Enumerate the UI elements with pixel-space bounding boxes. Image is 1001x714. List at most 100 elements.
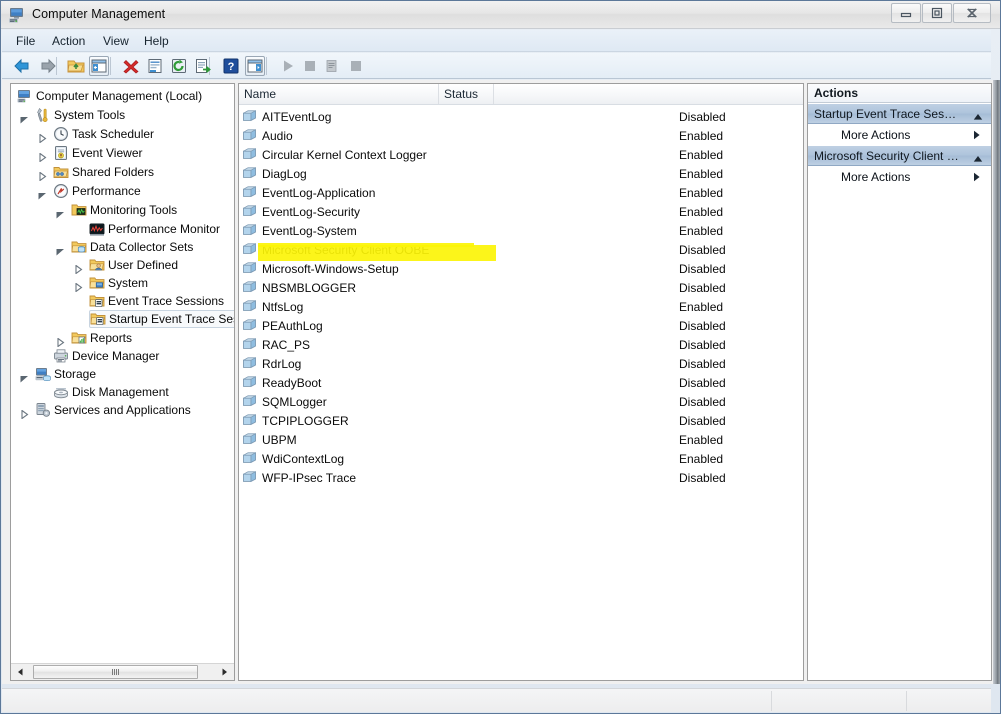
actions-menu-item-more-actions[interactable]: More Actions <box>808 166 991 187</box>
menu-action[interactable]: Action <box>46 33 91 49</box>
tree-item-performance[interactable]: Performance <box>53 182 141 200</box>
collapse-twisty-icon[interactable] <box>56 243 65 252</box>
help-icon[interactable]: ? <box>221 56 241 76</box>
tree-item-monitoring-tools[interactable]: Monitoring Tools <box>71 201 177 219</box>
actions-group-header[interactable]: Startup Event Trace Sessions <box>808 103 991 124</box>
expand-twisty-icon[interactable] <box>20 406 29 415</box>
expand-twisty-icon[interactable] <box>38 149 47 158</box>
table-row[interactable]: AITEventLogDisabled <box>239 107 803 126</box>
menu-file[interactable]: File <box>10 33 41 49</box>
table-row[interactable]: Microsoft Security Client OOBEDisabled <box>239 240 803 259</box>
table-row[interactable]: RAC_PSDisabled <box>239 335 803 354</box>
tree-item-performance-monitor[interactable]: Performance Monitor <box>89 220 220 238</box>
tree-scrollbar-thumb[interactable] <box>33 665 198 679</box>
actions-item-label: More Actions <box>841 128 910 142</box>
menu-help[interactable]: Help <box>138 33 175 49</box>
tree-item-reports[interactable]: Reports <box>71 329 132 347</box>
collapse-twisty-icon[interactable] <box>56 206 65 215</box>
row-status: Enabled <box>679 167 723 181</box>
back-icon[interactable] <box>12 56 32 76</box>
actions-menu-item-more-actions[interactable]: More Actions <box>808 124 991 145</box>
column-header-status[interactable]: Status <box>439 84 494 104</box>
tree-item-label: Startup Event Trace Ses <box>106 312 234 326</box>
tree-item-storage[interactable]: Storage <box>35 365 96 383</box>
title-bar: Computer Management <box>1 1 1001 29</box>
table-row[interactable]: TCPIPLOGGERDisabled <box>239 411 803 430</box>
chevron-up-icon[interactable] <box>973 152 983 166</box>
console-vertical-scrollbar[interactable] <box>993 80 1001 684</box>
collapse-twisty-icon[interactable] <box>20 370 29 379</box>
menu-view[interactable]: View <box>97 33 135 49</box>
table-row[interactable]: EventLog-SecurityEnabled <box>239 202 803 221</box>
stop-icon <box>300 56 320 76</box>
table-row[interactable]: UBPMEnabled <box>239 430 803 449</box>
table-row[interactable]: Circular Kernel Context LoggerEnabled <box>239 145 803 164</box>
tree-item-data-collector-sets[interactable]: Data Collector Sets <box>71 238 193 256</box>
tree-item-task-scheduler[interactable]: Task Scheduler <box>53 125 154 143</box>
forward-icon[interactable] <box>38 56 58 76</box>
row-name: ReadyBoot <box>262 376 321 390</box>
row-status: Disabled <box>679 395 726 409</box>
close-button[interactable] <box>953 3 991 23</box>
table-row[interactable]: WFP-IPsec TraceDisabled <box>239 468 803 487</box>
table-row[interactable]: ReadyBootDisabled <box>239 373 803 392</box>
tree-item-system-tools[interactable]: System Tools <box>35 106 125 124</box>
expand-twisty-icon[interactable] <box>56 334 65 343</box>
etw-session-cube-icon <box>242 261 257 276</box>
tree-item-event-trace-sessions[interactable]: Event Trace Sessions <box>89 292 224 310</box>
etw-session-cube-icon <box>242 394 257 409</box>
minimize-button[interactable] <box>891 3 921 23</box>
scroll-right-arrow[interactable] <box>216 664 233 680</box>
table-row[interactable]: WdiContextLogEnabled <box>239 449 803 468</box>
expand-twisty-icon[interactable] <box>38 168 47 177</box>
column-header-blank[interactable] <box>494 84 803 104</box>
up-folder-icon[interactable] <box>66 56 86 76</box>
collapse-twisty-icon[interactable] <box>20 111 29 120</box>
row-name: RAC_PS <box>262 338 310 352</box>
tree-horizontal-scrollbar[interactable] <box>11 663 234 680</box>
table-row[interactable]: SQMLoggerDisabled <box>239 392 803 411</box>
properties-icon[interactable] <box>145 56 165 76</box>
maximize-button[interactable] <box>922 3 952 23</box>
row-status: Disabled <box>679 357 726 371</box>
table-row[interactable]: AudioEnabled <box>239 126 803 145</box>
table-row[interactable]: DiagLogEnabled <box>239 164 803 183</box>
table-row[interactable]: NtfsLogEnabled <box>239 297 803 316</box>
refresh-icon[interactable] <box>169 56 189 76</box>
column-header-name[interactable]: Name <box>239 84 439 104</box>
expand-twisty-icon[interactable] <box>74 279 83 288</box>
table-row[interactable]: NBSMBLOGGERDisabled <box>239 278 803 297</box>
actions-group-header[interactable]: Microsoft Security Client O... <box>808 145 991 166</box>
delete-icon[interactable] <box>121 56 141 76</box>
show-action-pane-icon[interactable] <box>245 56 265 76</box>
tree-item-shared-folders[interactable]: Shared Folders <box>53 163 154 181</box>
tree-item-event-viewer[interactable]: Event Viewer <box>53 144 142 162</box>
table-row[interactable]: EventLog-SystemEnabled <box>239 221 803 240</box>
table-row[interactable]: PEAuthLogDisabled <box>239 316 803 335</box>
table-row[interactable]: EventLog-ApplicationEnabled <box>239 183 803 202</box>
computer-icon <box>17 88 33 104</box>
etw-session-cube-icon <box>242 128 257 143</box>
row-name: WFP-IPsec Trace <box>262 471 356 485</box>
tree-item-disk-management[interactable]: Disk Management <box>53 383 169 401</box>
trace-sessions-list-pane: Name Status AITEventLogDisabledAudioEnab… <box>238 83 804 681</box>
tree-item-device-manager[interactable]: Device Manager <box>53 347 159 365</box>
expand-twisty-icon[interactable] <box>38 130 47 139</box>
row-status: Enabled <box>679 186 723 200</box>
collapse-twisty-icon[interactable] <box>38 187 47 196</box>
tree-item-services-and-applications[interactable]: Services and Applications <box>35 401 191 419</box>
table-row[interactable]: RdrLogDisabled <box>239 354 803 373</box>
tree-item-startup-event-trace-ses[interactable]: Startup Event Trace Ses <box>89 310 234 328</box>
tree-item-computer-management-local[interactable]: Computer Management (Local) <box>17 87 202 105</box>
show-hide-tree-icon[interactable] <box>89 56 109 76</box>
row-status: Enabled <box>679 433 723 447</box>
expand-twisty-icon[interactable] <box>74 261 83 270</box>
tree-item-user-defined[interactable]: User Defined <box>89 256 178 274</box>
tree-item-label: Event Viewer <box>69 146 142 160</box>
tree-item-system[interactable]: System <box>89 274 148 292</box>
row-name: WdiContextLog <box>262 452 344 466</box>
export-list-icon[interactable] <box>193 56 213 76</box>
table-row[interactable]: Microsoft-Windows-SetupDisabled <box>239 259 803 278</box>
scroll-left-arrow[interactable] <box>12 664 29 680</box>
chevron-up-icon[interactable] <box>973 110 983 124</box>
